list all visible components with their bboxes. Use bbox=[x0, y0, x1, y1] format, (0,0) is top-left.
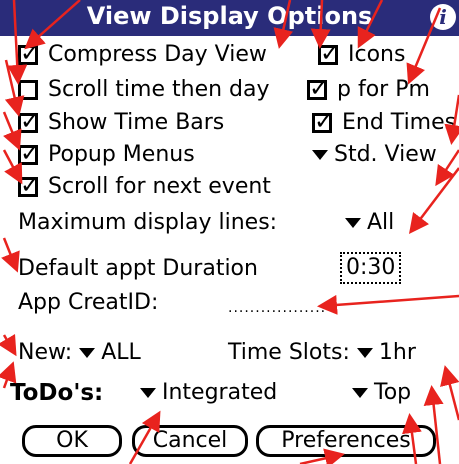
icons-label: Icons bbox=[348, 42, 406, 67]
new-filter-label: New: bbox=[18, 340, 73, 365]
annotation-arrow bbox=[317, 294, 459, 315]
ok-button[interactable]: OK bbox=[22, 425, 122, 457]
new-filter-value: ALL bbox=[101, 340, 141, 365]
todos-position-value: Top bbox=[374, 380, 412, 405]
scroll-time-then-day-checkbox[interactable] bbox=[18, 80, 38, 100]
dropdown-triangle-icon bbox=[312, 150, 328, 160]
duration-field[interactable]: 0:30 bbox=[340, 252, 402, 284]
annotation-arrow bbox=[440, 365, 459, 421]
check-icon: ✓ bbox=[20, 171, 41, 199]
time-slots-label: Time Slots: bbox=[228, 340, 350, 365]
preferences-button[interactable]: Preferences bbox=[256, 425, 436, 457]
todos-position-selector[interactable]: Top bbox=[352, 380, 411, 406]
new-filter[interactable]: New: ALL bbox=[18, 340, 141, 366]
end-times-label: End Times bbox=[342, 110, 457, 135]
dropdown-triangle-icon bbox=[140, 388, 156, 398]
creat-id-field[interactable]: .................. bbox=[228, 300, 326, 316]
show-time-bars-checkbox[interactable]: ✓ bbox=[18, 108, 40, 134]
duration-label: Default appt Duration bbox=[18, 256, 258, 281]
check-icon: ✓ bbox=[320, 39, 341, 67]
annotation-arrow bbox=[408, 167, 459, 234]
scroll-for-next-event-label: Scroll for next event bbox=[48, 174, 271, 199]
end-times-checkbox[interactable]: ✓ bbox=[312, 108, 334, 134]
view-selector-value: Std. View bbox=[334, 142, 437, 167]
annotation-arrow bbox=[423, 385, 444, 464]
show-time-bars-label: Show Time Bars bbox=[48, 110, 225, 135]
creat-id-label: App CreatID: bbox=[18, 290, 159, 315]
check-icon: ✓ bbox=[314, 107, 335, 135]
dropdown-triangle-icon bbox=[356, 348, 373, 358]
annotation-arrow bbox=[4, 59, 25, 117]
time-slots-value: 1hr bbox=[378, 340, 416, 365]
compress-day-view-label: Compress Day View bbox=[48, 42, 267, 67]
todos-mode-value: Integrated bbox=[162, 380, 278, 405]
scroll-for-next-event-checkbox[interactable]: ✓ bbox=[18, 172, 40, 198]
dialog-title: View Display Options bbox=[86, 2, 373, 30]
compress-day-view-checkbox[interactable]: ✓ bbox=[18, 40, 40, 66]
view-selector[interactable]: Std. View bbox=[312, 142, 437, 168]
popup-menus-checkbox[interactable]: ✓ bbox=[18, 140, 40, 166]
dropdown-triangle-icon bbox=[345, 218, 361, 228]
todos-mode-selector[interactable]: Integrated bbox=[140, 380, 277, 406]
annotation-arrow bbox=[1, 237, 20, 273]
dropdown-triangle-icon bbox=[79, 348, 96, 358]
p-for-pm-checkbox[interactable]: ✓ bbox=[307, 75, 329, 101]
check-icon: ✓ bbox=[20, 107, 41, 135]
popup-menus-label: Popup Menus bbox=[48, 142, 195, 167]
icons-checkbox[interactable]: ✓ bbox=[318, 40, 340, 66]
annotation-arrow bbox=[2, 111, 22, 151]
max-lines-value: All bbox=[367, 210, 395, 235]
p-for-pm-label: p for Pm bbox=[337, 77, 430, 102]
check-icon: ✓ bbox=[20, 139, 41, 167]
max-lines-label: Maximum display lines: bbox=[18, 210, 278, 235]
check-icon: ✓ bbox=[20, 39, 41, 67]
annotation-arrow bbox=[0, 334, 17, 357]
max-lines-selector[interactable]: All bbox=[345, 210, 394, 236]
cancel-button[interactable]: Cancel bbox=[132, 425, 248, 457]
annotation-arrow bbox=[435, 149, 459, 187]
todos-label: ToDo's: bbox=[10, 380, 104, 406]
scroll-time-then-day-label: Scroll time then day bbox=[48, 77, 270, 102]
info-icon[interactable]: i bbox=[430, 4, 456, 30]
time-slots[interactable]: Time Slots: 1hr bbox=[228, 340, 416, 366]
dropdown-triangle-icon bbox=[352, 388, 368, 398]
check-icon: ✓ bbox=[309, 74, 330, 102]
